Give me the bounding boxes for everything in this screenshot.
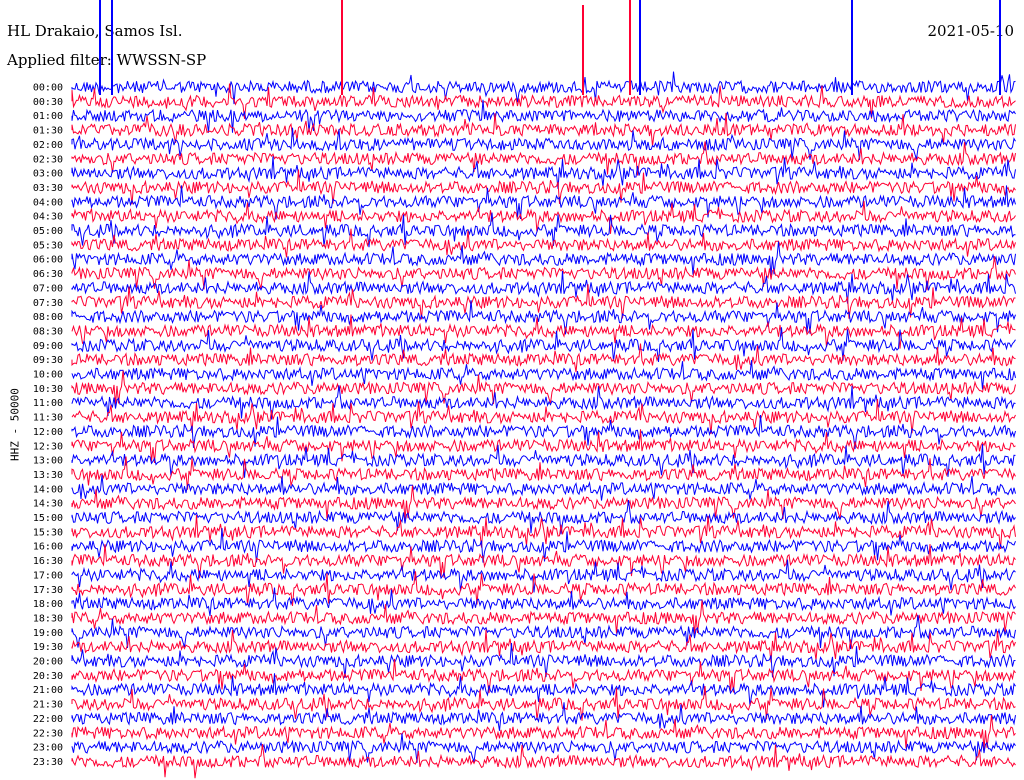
trace-row [71, 300, 1016, 335]
row-time-label: 10:30 [33, 384, 63, 395]
row-time-label: 12:00 [33, 427, 63, 438]
row-time-label: 00:00 [33, 83, 63, 94]
row-time-label: 02:00 [33, 140, 63, 151]
row-time-label: 02:30 [33, 154, 63, 165]
row-time-label: 22:30 [33, 728, 63, 739]
row-time-label: 22:00 [33, 714, 63, 725]
row-time-label: 18:00 [33, 599, 63, 610]
row-time-label: 13:00 [33, 456, 63, 467]
row-time-label: 07:30 [33, 298, 63, 309]
tick-label-layer: 00:00 00:30 01:00 01:30 02:00 02:30 03:00 03:30… [33, 83, 63, 768]
row-time-label: 19:30 [33, 642, 63, 653]
row-time-label: 11:00 [33, 398, 63, 409]
trace-row [71, 228, 1016, 258]
row-time-label: 20:00 [33, 657, 63, 668]
row-time-label: 11:30 [33, 413, 63, 424]
row-time-label: 12:30 [33, 441, 63, 452]
row-time-label: 03:00 [33, 169, 63, 180]
row-time-label: 04:30 [33, 212, 63, 223]
trace-row [71, 702, 1016, 731]
trace-row [71, 744, 1016, 779]
row-time-label: 15:00 [33, 513, 63, 524]
row-time-label: 19:00 [33, 628, 63, 639]
trace-row [71, 200, 1016, 234]
helicorder-plot: 00:00 00:30 01:00 01:30 02:00 02:30 03:00 03:30… [33, 0, 1016, 779]
trace-row [71, 399, 1016, 435]
row-time-label: 03:30 [33, 183, 63, 194]
row-time-label: 05:30 [33, 240, 63, 251]
row-time-label: 04:00 [33, 197, 63, 208]
row-time-label: 17:30 [33, 585, 63, 596]
row-time-label: 18:30 [33, 613, 63, 624]
row-time-label: 23:30 [33, 757, 63, 768]
row-time-label: 16:30 [33, 556, 63, 567]
row-time-label: 16:00 [33, 542, 63, 553]
row-time-label: 08:30 [33, 326, 63, 337]
trace-row [71, 127, 1016, 161]
row-time-label: 05:00 [33, 226, 63, 237]
row-time-label: 00:30 [33, 97, 63, 108]
trace-row [71, 642, 1016, 679]
row-time-label: 06:00 [33, 255, 63, 266]
row-time-label: 01:30 [33, 126, 63, 137]
trace-row [71, 360, 1016, 390]
row-time-label: 15:30 [33, 527, 63, 538]
row-time-label: 14:30 [33, 499, 63, 510]
row-time-label: 09:30 [33, 355, 63, 366]
row-time-label: 09:00 [33, 341, 63, 352]
row-time-label: 01:00 [33, 111, 63, 122]
row-time-label: 23:00 [33, 743, 63, 754]
row-time-label: 06:30 [33, 269, 63, 280]
row-time-label: 08:00 [33, 312, 63, 323]
row-time-label: 07:00 [33, 283, 63, 294]
row-time-label: 13:30 [33, 470, 63, 481]
row-time-label: 21:00 [33, 685, 63, 696]
row-time-label: 20:30 [33, 671, 63, 682]
row-time-label: 21:30 [33, 700, 63, 711]
row-time-label: 17:00 [33, 570, 63, 581]
row-time-label: 14:00 [33, 484, 63, 495]
trace-layer [71, 0, 1016, 779]
trace-row [71, 385, 1016, 420]
row-time-label: 10:00 [33, 370, 63, 381]
